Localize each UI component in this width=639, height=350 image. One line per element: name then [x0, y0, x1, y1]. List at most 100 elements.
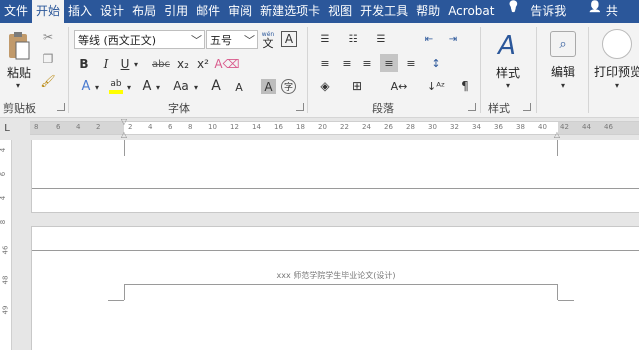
change-case-dropdown-icon[interactable]: ▾	[192, 80, 200, 94]
styles-launcher-icon[interactable]	[523, 103, 531, 111]
document-page-1[interactable]	[31, 140, 639, 213]
vruler-tick-label: 49	[1, 305, 10, 315]
right-indent-marker[interactable]: △	[552, 130, 562, 139]
phonetic-guide-icon[interactable]: wén 文	[259, 28, 277, 50]
ruler-tick-label: 30	[428, 123, 437, 131]
share-icon[interactable]: 👤	[588, 0, 602, 23]
tab-9[interactable]: 视图	[324, 0, 356, 23]
tab-1[interactable]: 开始	[32, 0, 65, 23]
text-effects-dropdown-icon[interactable]: ▾	[93, 80, 101, 94]
editing-button[interactable]: 编辑	[546, 63, 580, 79]
styles-dropdown-icon[interactable]: ▾	[503, 80, 513, 90]
chevron-down-icon[interactable]: ﹀	[191, 32, 202, 48]
clear-formatting-icon[interactable]: A⌫	[214, 55, 239, 73]
paragraph-launcher-icon[interactable]	[468, 103, 476, 111]
underline-button[interactable]: U	[118, 55, 132, 73]
increase-indent-icon[interactable]: ⇥	[444, 31, 462, 47]
font-group-label: 字体	[168, 102, 190, 115]
clipboard-launcher-icon[interactable]	[57, 103, 65, 111]
align-center-icon[interactable]: ≡	[338, 54, 356, 72]
tab-4[interactable]: 布局	[128, 0, 160, 23]
shrink-font-button[interactable]: A	[233, 79, 245, 95]
print-preview-icon[interactable]	[602, 29, 632, 59]
ruler-tick-label: 24	[362, 123, 371, 131]
paste-icon[interactable]	[6, 28, 32, 64]
vruler-tick-label: 8	[0, 219, 8, 225]
italic-button[interactable]: I	[98, 55, 114, 73]
cut-icon[interactable]: ✂	[40, 29, 56, 45]
tab-5[interactable]: 引用	[160, 0, 192, 23]
numbering-icon[interactable]: ☷	[344, 31, 362, 47]
ruler-tick-label: 8	[34, 123, 39, 131]
crop-mark	[557, 140, 558, 156]
search-icon[interactable]: ⌕	[550, 31, 576, 57]
chevron-down-icon[interactable]: ﹀	[244, 32, 255, 48]
align-left-icon[interactable]: ≡	[316, 54, 334, 72]
crop-mark	[124, 140, 125, 156]
tab-13[interactable]: 告诉我	[526, 0, 570, 23]
tab-3[interactable]: 设计	[96, 0, 128, 23]
vertical-ruler[interactable]: 4 6 4 8 46 48 49	[0, 140, 12, 350]
ruler-tick-label: 8	[188, 123, 193, 131]
font-launcher-icon[interactable]	[296, 103, 304, 111]
tab-7[interactable]: 审阅	[224, 0, 256, 23]
strikethrough-button[interactable]: abc	[150, 55, 172, 73]
print-preview-button[interactable]: 打印预览	[594, 63, 639, 79]
multilevel-list-icon[interactable]: ☰	[372, 31, 390, 47]
change-case-button[interactable]: Aa	[170, 77, 192, 95]
copy-icon[interactable]: ❐	[40, 51, 56, 67]
format-painter-icon[interactable]: 🖌	[40, 73, 56, 89]
tab-selector-icon[interactable]: L	[2, 122, 12, 134]
show-marks-icon[interactable]: ¶	[456, 77, 474, 95]
bullets-icon[interactable]: ☰	[316, 31, 334, 47]
left-indent-marker[interactable]: △	[119, 130, 129, 139]
grow-font-button[interactable]: A	[209, 77, 223, 95]
ruler-tick-label: 38	[516, 123, 525, 131]
group-divider	[307, 27, 308, 113]
decrease-indent-icon[interactable]: ⇤	[420, 31, 438, 47]
styles-button[interactable]: 样式	[492, 65, 524, 80]
editing-dropdown-icon[interactable]: ▾	[558, 80, 568, 90]
shading-icon[interactable]: ◈	[316, 77, 334, 95]
sort-icon[interactable]: ↓ᴬᶻ	[427, 77, 445, 95]
tab-10[interactable]: 开发工具	[356, 0, 412, 23]
ruler-tick-label: 10	[208, 123, 217, 131]
enclose-char-icon[interactable]: 字	[281, 79, 296, 94]
font-color-icon[interactable]: A	[140, 77, 154, 95]
superscript-button[interactable]: x²	[195, 55, 211, 73]
tab-14[interactable]: 共	[602, 0, 622, 23]
bold-button[interactable]: B	[76, 55, 92, 73]
highlight-icon[interactable]: ab	[107, 77, 125, 95]
tab-0[interactable]: 文件	[0, 0, 32, 23]
tab-12[interactable]: Acrobat	[444, 0, 498, 23]
borders-icon[interactable]: ⊞	[348, 77, 366, 95]
paste-dropdown-icon[interactable]: ▾	[12, 80, 24, 90]
paste-button[interactable]: 粘贴	[3, 64, 35, 80]
tab-6[interactable]: 邮件	[192, 0, 224, 23]
header-text[interactable]: xxx 师范学院学生毕业论文(设计)	[32, 270, 639, 281]
crop-mark	[557, 284, 558, 300]
highlight-dropdown-icon[interactable]: ▾	[125, 80, 133, 94]
char-border-icon[interactable]: A	[281, 31, 297, 47]
tab-2[interactable]: 插入	[64, 0, 96, 23]
text-effects-icon[interactable]: A	[79, 77, 93, 95]
group-divider	[68, 27, 69, 113]
underline-dropdown-icon[interactable]: ▾	[132, 57, 140, 71]
font-color-dropdown-icon[interactable]: ▾	[154, 80, 162, 94]
align-right-icon[interactable]: ≡	[358, 54, 376, 72]
chinese-layout-icon[interactable]: A↔	[390, 77, 408, 95]
char-shading-button[interactable]: A	[261, 79, 276, 94]
justify-icon[interactable]: ≡	[380, 54, 398, 72]
document-page-2[interactable]: xxx 师范学院学生毕业论文(设计)	[31, 226, 639, 350]
font-name-combo[interactable]: 等线 (西文正文) ﹀	[74, 30, 205, 49]
tab-8[interactable]: 新建选项卡	[256, 0, 324, 23]
distributed-icon[interactable]: ≡	[402, 54, 420, 72]
line-spacing-icon[interactable]: ↕	[427, 54, 445, 72]
print-preview-dropdown-icon[interactable]: ▾	[612, 80, 622, 90]
font-size-combo[interactable]: 五号 ﹀	[206, 30, 258, 49]
subscript-button[interactable]: x₂	[175, 55, 191, 73]
tab-11[interactable]: 帮助	[412, 0, 444, 23]
styles-icon[interactable]: A	[492, 29, 522, 63]
ribbon-tab-bar: 文件 开始 插入 设计 布局 引用 邮件 审阅 新建选项卡 视图 开发工具 帮助 Acrobat 💡 告诉我…	[0, 0, 639, 23]
first-line-indent-marker[interactable]: ▽	[119, 117, 129, 126]
